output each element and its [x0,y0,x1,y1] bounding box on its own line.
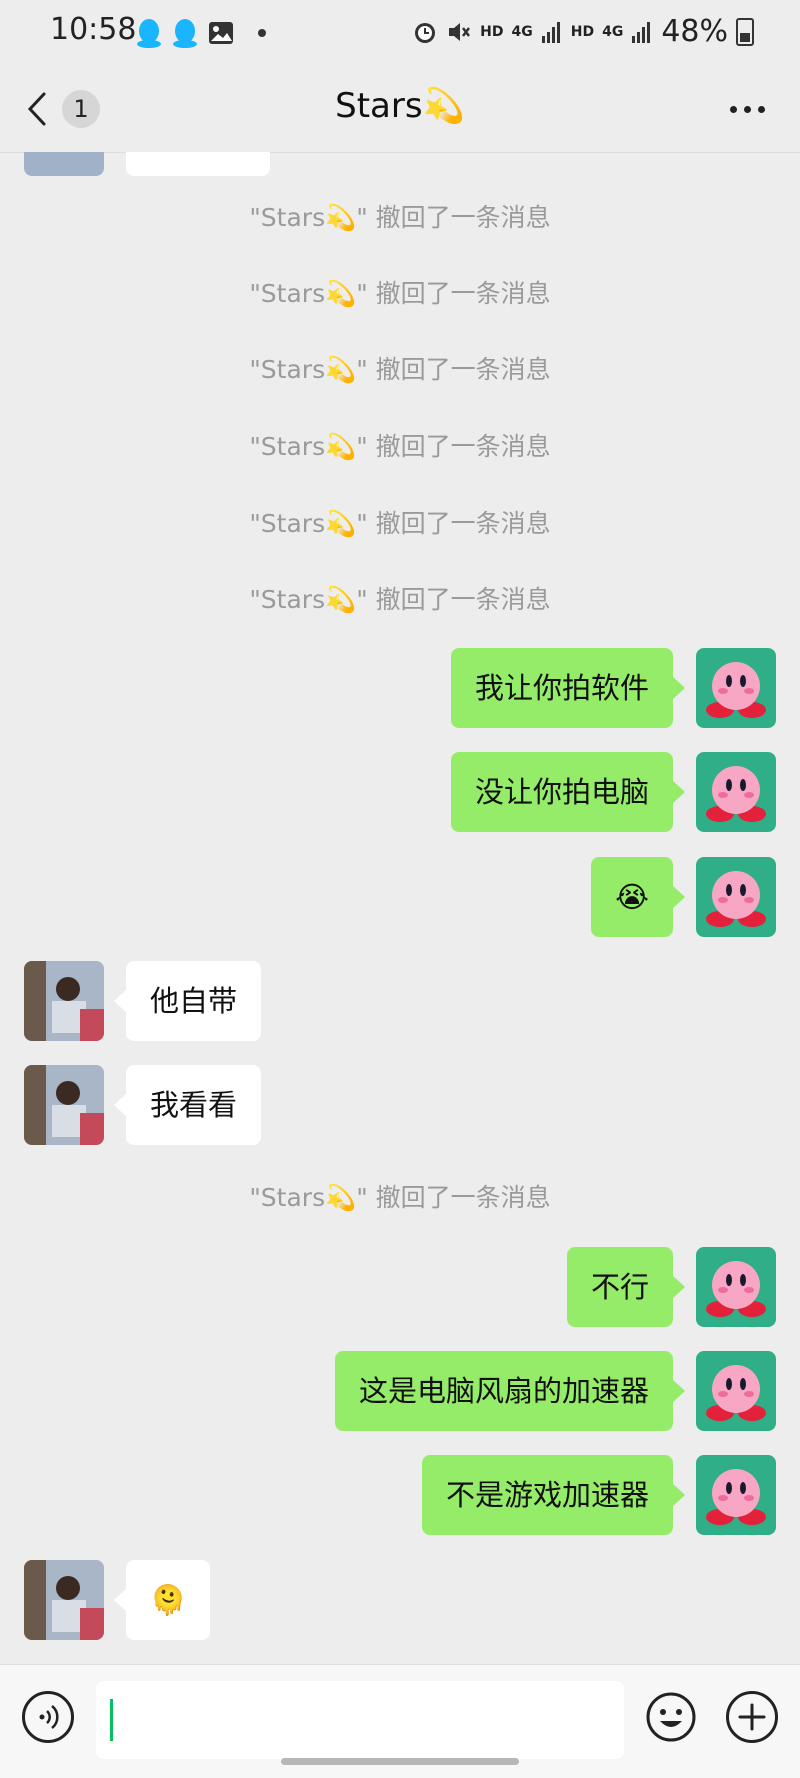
outgoing-message[interactable]: 不是游戏加速器 [421,1455,686,1535]
kirby-avatar-icon [706,662,766,718]
status-right: HD 4G HD 4G 48% [412,14,754,49]
battery-icon [736,17,754,46]
my-avatar[interactable] [696,752,776,832]
contact-photo-icon [24,1065,104,1145]
network-label: 4G [511,23,533,40]
battery-percent: 48% [661,14,728,49]
incoming-message[interactable]: 他自带 [113,961,262,1041]
hd-label-2: HD [570,23,595,40]
kirby-avatar-icon [706,1469,766,1525]
outgoing-emoji-message[interactable]: 😭 [591,857,685,937]
outgoing-message[interactable]: 这是电脑风扇的加速器 [334,1351,686,1431]
home-indicator[interactable] [281,1758,519,1765]
incoming-message[interactable]: 我看看 [113,1065,262,1145]
system-message: "Stars💫" 撤回了一条消息 [249,203,551,232]
signal-icon [632,21,651,43]
status-bar: 10:58 HD 4G HD 4G 48% [0,0,800,66]
contact-avatar[interactable] [24,152,104,176]
qq-icon [137,19,161,48]
emoji-button[interactable] [645,1691,697,1743]
kirby-avatar-icon [706,1261,766,1317]
more-button[interactable] [722,96,772,122]
my-avatar[interactable] [696,1455,776,1535]
kirby-avatar-icon [706,766,766,822]
system-message: "Stars💫" 撤回了一条消息 [249,1183,551,1212]
incoming-emoji-message[interactable]: 🫠 [113,1560,211,1640]
message-bubble-partial [126,152,270,176]
voice-icon [39,1705,59,1729]
system-message: "Stars💫" 撤回了一条消息 [249,509,551,538]
text-cursor [110,1699,113,1741]
chat-title: Stars💫 [335,86,465,126]
hd-label: HD [480,23,504,40]
more-dot-icon [743,105,751,113]
contact-photo-icon [24,961,104,1041]
outgoing-message[interactable]: 不行 [566,1247,686,1327]
alarm-icon [415,22,436,43]
more-actions-button[interactable] [726,1691,778,1743]
system-message: "Stars💫" 撤回了一条消息 [249,355,551,384]
mute-icon [449,22,471,41]
contact-avatar[interactable] [24,1560,104,1640]
plus-icon [738,1703,766,1731]
kirby-avatar-icon [706,1365,766,1421]
chat-header: 1 Stars💫 [0,66,800,153]
message-list[interactable]: "Stars💫" 撤回了一条消息 "Stars💫" 撤回了一条消息 "Stars… [0,152,800,1662]
outgoing-message[interactable]: 没让你拍电脑 [450,752,686,832]
signal-icon [541,21,560,43]
status-notifications [136,18,266,48]
system-message: "Stars💫" 撤回了一条消息 [249,585,551,614]
more-dot-icon [729,105,737,113]
system-message: "Stars💫" 撤回了一条消息 [249,432,551,461]
status-time: 10:58 [50,12,137,47]
contact-avatar[interactable] [24,1065,104,1145]
network-label-2: 4G [602,23,624,40]
my-avatar[interactable] [696,1351,776,1431]
contact-avatar[interactable] [24,961,104,1041]
my-avatar[interactable] [696,1247,776,1327]
kirby-avatar-icon [706,871,766,927]
message-input[interactable] [96,1681,624,1759]
notification-dot-icon [258,29,266,37]
my-avatar[interactable] [696,648,776,728]
voice-button[interactable] [22,1691,74,1743]
outgoing-message[interactable]: 我让你拍软件 [450,648,686,728]
contact-photo-icon [24,1560,104,1640]
gallery-icon [209,22,233,44]
my-avatar[interactable] [696,857,776,937]
more-dot-icon [757,105,765,113]
qq-icon [173,19,197,48]
system-message: "Stars💫" 撤回了一条消息 [249,279,551,308]
